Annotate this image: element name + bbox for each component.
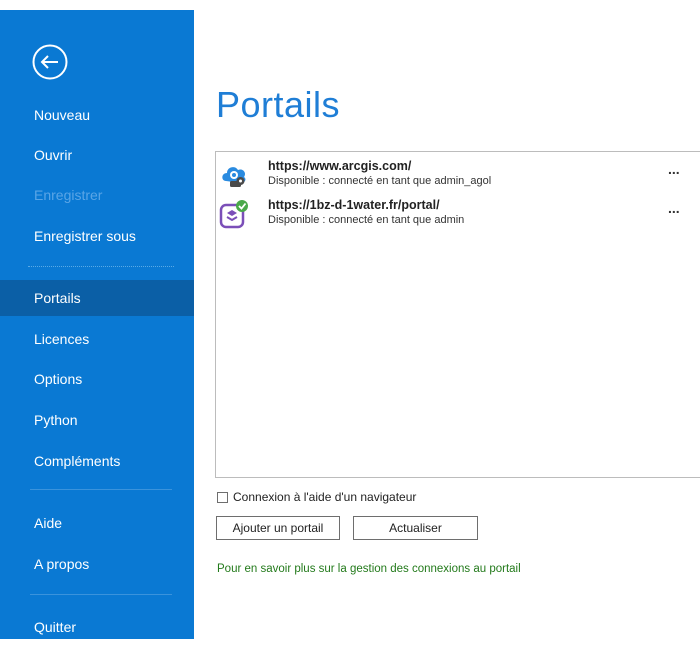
arcgis-online-cloud-key-icon (219, 160, 249, 190)
add-portal-button[interactable]: Ajouter un portail (216, 516, 340, 540)
browser-login-checkbox[interactable] (217, 491, 228, 503)
browser-login-option[interactable]: Connexion à l'aide d'un navigateur (217, 489, 416, 505)
nav-separator (30, 489, 172, 490)
page-title: Portails (216, 84, 341, 125)
nav-aide[interactable]: Aide (0, 505, 194, 541)
learn-more-link[interactable]: Pour en savoir plus sur la gestion des c… (217, 563, 521, 575)
nav-complements[interactable]: Compléments (0, 443, 194, 479)
more-options-icon[interactable]: ... (668, 161, 680, 177)
browser-login-label: Connexion à l'aide d'un navigateur (233, 490, 417, 504)
nav-enregistrer: Enregistrer (34, 187, 103, 203)
nav-options[interactable]: Options (0, 361, 194, 397)
nav-enregistrer-sous[interactable]: Enregistrer sous (0, 218, 194, 254)
portal-list: https://www.arcgis.com/ Disponible : con… (215, 151, 700, 478)
nav-nouveau[interactable]: Nouveau (0, 97, 194, 133)
nav-python[interactable]: Python (0, 402, 194, 438)
nav-ouvrir[interactable]: Ouvrir (0, 137, 194, 173)
portal-status: Disponible : connecté en tant que admin (268, 214, 465, 226)
portal-url: https://www.arcgis.com/ (268, 159, 412, 173)
back-arrow-circle-icon[interactable] (31, 43, 69, 81)
backstage-sidebar: Nouveau Ouvrir Enregistrer Enregistrer s… (0, 10, 194, 639)
portal-row[interactable]: https://1bz-d-1water.fr/portal/ Disponib… (216, 194, 700, 232)
portal-status: Disponible : connecté en tant que admin_… (268, 175, 492, 187)
enterprise-portal-active-icon (219, 199, 249, 229)
portal-url: https://1bz-d-1water.fr/portal/ (268, 198, 440, 212)
nav-separator (30, 594, 172, 595)
nav-a-propos[interactable]: A propos (0, 546, 194, 582)
nav-separator (28, 266, 174, 267)
nav-portails[interactable]: Portails (0, 280, 194, 316)
refresh-button[interactable]: Actualiser (353, 516, 478, 540)
nav-licences[interactable]: Licences (0, 321, 194, 357)
portal-row[interactable]: https://www.arcgis.com/ Disponible : con… (216, 155, 700, 193)
nav-quitter[interactable]: Quitter (0, 609, 194, 645)
more-options-icon[interactable]: ... (668, 200, 680, 216)
